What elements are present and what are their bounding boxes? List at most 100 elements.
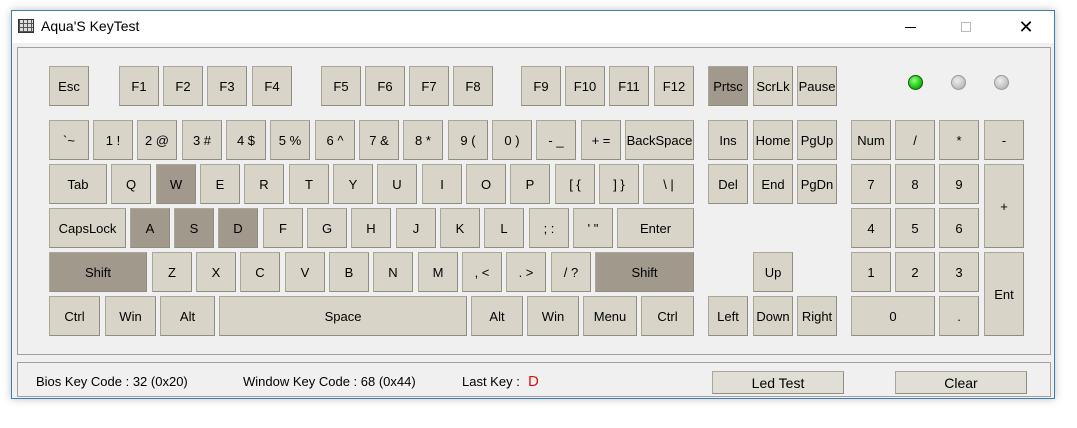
key-left-shift[interactable]: Shift — [49, 252, 147, 292]
key-pgup[interactable]: PgUp — [797, 120, 837, 160]
key-9[interactable]: 9 ( — [448, 120, 488, 160]
key-slash[interactable]: / ? — [551, 252, 591, 292]
key-numpad-subtract[interactable]: - — [984, 120, 1024, 160]
key-right[interactable]: Right — [797, 296, 837, 336]
key-ins[interactable]: Ins — [708, 120, 748, 160]
key-pgdn[interactable]: PgDn — [797, 164, 837, 204]
key-numpad-2[interactable]: 2 — [895, 252, 935, 292]
key-p[interactable]: P — [510, 164, 550, 204]
key-v[interactable]: V — [285, 252, 325, 292]
key-period[interactable]: . > — [506, 252, 546, 292]
key-m[interactable]: M — [418, 252, 458, 292]
key-n[interactable]: N — [373, 252, 413, 292]
key-left-win[interactable]: Win — [105, 296, 156, 336]
key-8[interactable]: 8 * — [403, 120, 443, 160]
key-d[interactable]: D — [218, 208, 258, 248]
key-1[interactable]: 1 ! — [93, 120, 133, 160]
key-f5[interactable]: F5 — [321, 66, 361, 106]
key-u[interactable]: U — [377, 164, 417, 204]
key-numpad-4[interactable]: 4 — [851, 208, 891, 248]
key-enter[interactable]: Enter — [617, 208, 694, 248]
key-numpad-8[interactable]: 8 — [895, 164, 935, 204]
key-j[interactable]: J — [396, 208, 436, 248]
key-o[interactable]: O — [466, 164, 506, 204]
key-c[interactable]: C — [240, 252, 280, 292]
key-f6[interactable]: F6 — [365, 66, 405, 106]
key-r[interactable]: R — [244, 164, 284, 204]
key-z[interactable]: Z — [152, 252, 192, 292]
key-pause[interactable]: Pause — [797, 66, 837, 106]
key-quote[interactable]: ' " — [573, 208, 613, 248]
led-test-button[interactable]: Led Test — [712, 371, 844, 394]
key-numpad-6[interactable]: 6 — [939, 208, 979, 248]
key-numpad-9[interactable]: 9 — [939, 164, 979, 204]
key-left-bracket[interactable]: [ { — [555, 164, 595, 204]
key-numpad-multiply[interactable]: * — [939, 120, 979, 160]
key-h[interactable]: H — [351, 208, 391, 248]
key-prtsc[interactable]: Prtsc — [708, 66, 748, 106]
key-home[interactable]: Home — [753, 120, 793, 160]
key-f[interactable]: F — [263, 208, 303, 248]
key-left-ctrl[interactable]: Ctrl — [49, 296, 100, 336]
key-numpad-add[interactable]: + — [984, 164, 1024, 248]
key-semicolon[interactable]: ; : — [529, 208, 569, 248]
key-b[interactable]: B — [329, 252, 369, 292]
close-button[interactable]: ✕ — [1003, 11, 1049, 43]
key-f8[interactable]: F8 — [453, 66, 493, 106]
minimize-button[interactable] — [887, 11, 933, 43]
key-right-win[interactable]: Win — [527, 296, 579, 336]
key-w[interactable]: W — [156, 164, 196, 204]
key-right-ctrl[interactable]: Ctrl — [641, 296, 694, 336]
key-del[interactable]: Del — [708, 164, 748, 204]
key-right-shift[interactable]: Shift — [595, 252, 694, 292]
key-t[interactable]: T — [289, 164, 329, 204]
key-numpad-enter[interactable]: Ent — [984, 252, 1024, 336]
key-f10[interactable]: F10 — [565, 66, 605, 106]
key-a[interactable]: A — [130, 208, 170, 248]
key-f1[interactable]: F1 — [119, 66, 159, 106]
key-k[interactable]: K — [440, 208, 480, 248]
key-backtick[interactable]: `~ — [49, 120, 89, 160]
key-0[interactable]: 0 ) — [492, 120, 532, 160]
key-2[interactable]: 2 @ — [137, 120, 177, 160]
title-bar[interactable]: Aqua'S KeyTest ✕ — [12, 11, 1054, 43]
key-minus[interactable]: - _ — [536, 120, 576, 160]
clear-button[interactable]: Clear — [895, 371, 1027, 394]
key-5[interactable]: 5 % — [270, 120, 310, 160]
key-numpad-7[interactable]: 7 — [851, 164, 891, 204]
key-f3[interactable]: F3 — [207, 66, 247, 106]
key-right-alt[interactable]: Alt — [471, 296, 523, 336]
key-space[interactable]: Space — [219, 296, 467, 336]
key-f4[interactable]: F4 — [252, 66, 292, 106]
key-numpad-decimal[interactable]: . — [939, 296, 979, 336]
key-numpad-3[interactable]: 3 — [939, 252, 979, 292]
key-numpad-0[interactable]: 0 — [851, 296, 935, 336]
key-equal[interactable]: + = — [581, 120, 621, 160]
key-backslash[interactable]: \ | — [643, 164, 694, 204]
key-y[interactable]: Y — [333, 164, 373, 204]
maximize-button[interactable] — [943, 11, 989, 43]
key-f11[interactable]: F11 — [609, 66, 649, 106]
key-numlock[interactable]: Num — [851, 120, 891, 160]
key-down[interactable]: Down — [753, 296, 793, 336]
key-4[interactable]: 4 $ — [226, 120, 266, 160]
key-esc[interactable]: Esc — [49, 66, 89, 106]
key-e[interactable]: E — [200, 164, 240, 204]
key-left-alt[interactable]: Alt — [160, 296, 215, 336]
key-comma[interactable]: , < — [462, 252, 502, 292]
key-f7[interactable]: F7 — [409, 66, 449, 106]
key-numpad-1[interactable]: 1 — [851, 252, 891, 292]
key-tab[interactable]: Tab — [49, 164, 107, 204]
key-x[interactable]: X — [196, 252, 236, 292]
key-right-bracket[interactable]: ] } — [599, 164, 639, 204]
key-3[interactable]: 3 # — [182, 120, 222, 160]
key-numpad-5[interactable]: 5 — [895, 208, 935, 248]
key-g[interactable]: G — [307, 208, 347, 248]
key-f12[interactable]: F12 — [654, 66, 694, 106]
key-end[interactable]: End — [753, 164, 793, 204]
key-i[interactable]: I — [422, 164, 462, 204]
key-menu[interactable]: Menu — [583, 296, 637, 336]
key-6[interactable]: 6 ^ — [315, 120, 355, 160]
key-capslock[interactable]: CapsLock — [49, 208, 126, 248]
key-l[interactable]: L — [484, 208, 524, 248]
